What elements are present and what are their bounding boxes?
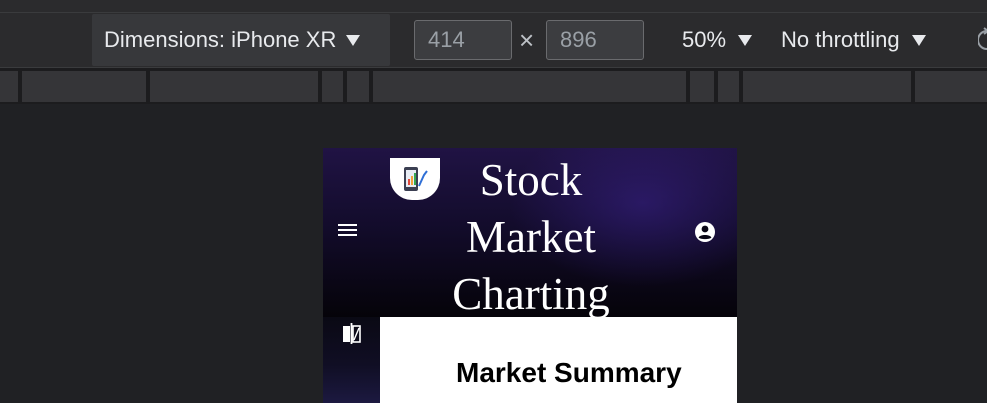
site-title[interactable]: Stock Market Charting [438,152,624,323]
account-circle-icon[interactable] [694,221,716,243]
market-summary-heading: Market Summary [456,357,682,388]
media-query-segment[interactable] [322,71,343,102]
height-input[interactable] [546,20,644,60]
devtools-top-strip [0,0,987,12]
times-symbol: × [519,25,535,55]
zoom-dropdown[interactable]: 50% [672,13,753,67]
compare-icon[interactable] [342,323,361,344]
side-rail [323,317,380,403]
device-toolbar: Dimensions: iPhone XR × 50% No throttlin… [0,13,987,67]
media-query-segment[interactable] [915,71,987,102]
throttling-dropdown[interactable]: No throttling [771,13,926,67]
media-query-segment[interactable] [690,71,714,102]
rotate-icon[interactable] [978,27,987,53]
width-input[interactable] [414,20,512,60]
media-query-segment[interactable] [347,71,369,102]
media-query-segment[interactable] [150,71,318,102]
caret-down-icon [346,34,361,46]
throttling-dropdown-label: No throttling [781,27,900,52]
main-content: Market Summary [380,317,737,403]
caret-down-icon [738,34,753,46]
media-query-segment[interactable] [0,71,18,102]
media-query-segment[interactable] [718,71,739,102]
device-viewport: Stock Market Charting Market Summary [323,148,737,403]
media-query-segment[interactable] [373,71,686,102]
zoom-dropdown-label: 50% [682,27,727,52]
dimensions-dropdown-label: Dimensions: iPhone XR [104,27,337,52]
menu-icon[interactable] [338,224,357,238]
app-logo-icon [404,167,428,191]
app-header: Stock Market Charting [323,148,737,319]
dimensions-dropdown[interactable]: Dimensions: iPhone XR [92,14,390,66]
caret-down-icon [911,34,926,46]
media-query-segment[interactable] [743,71,911,102]
media-query-bar [0,68,987,104]
media-query-segment[interactable] [22,71,146,102]
app-logo[interactable] [390,158,440,200]
